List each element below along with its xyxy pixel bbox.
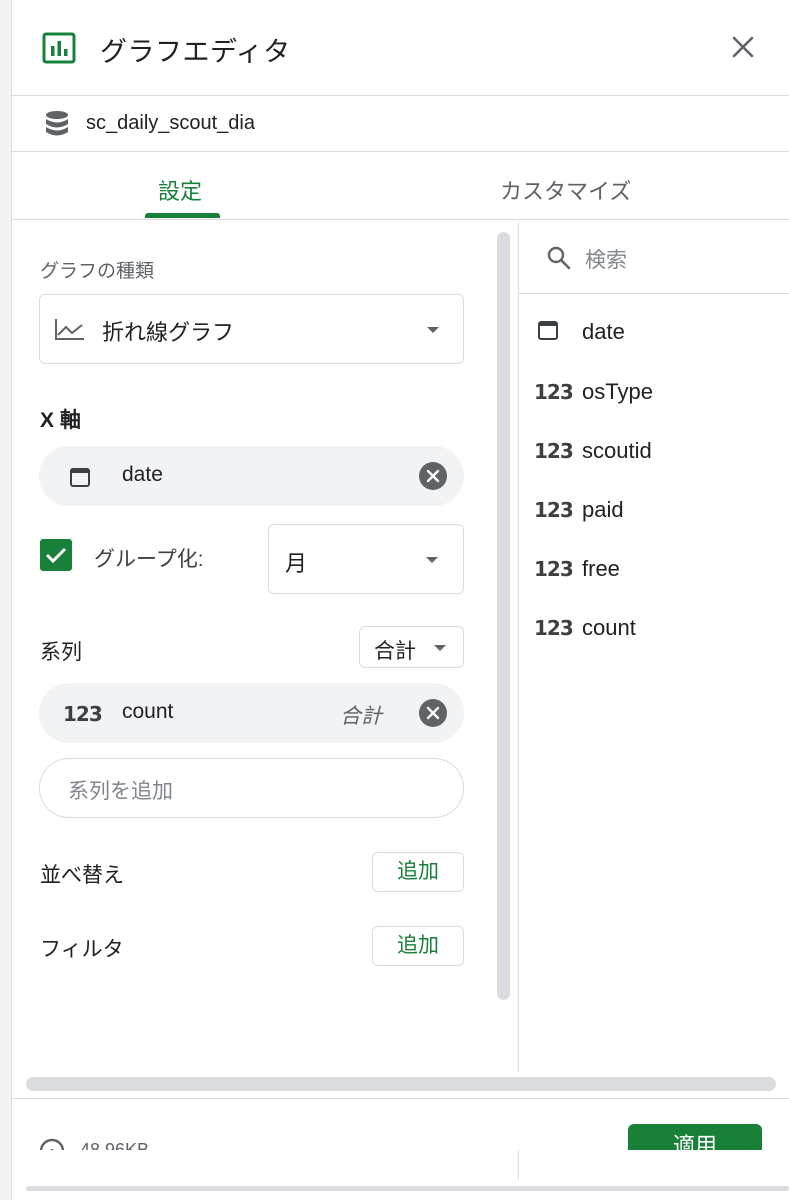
search-input[interactable]: 検索 — [585, 244, 627, 274]
divider — [12, 151, 789, 152]
field-label: osType — [582, 379, 653, 404]
add-series-placeholder: 系列を追加 — [68, 780, 173, 803]
sort-label: 並べ替え — [40, 864, 124, 887]
field-label: count — [582, 615, 636, 640]
field-label: paid — [582, 497, 624, 522]
chart-type-label: グラフの種類 — [40, 261, 155, 282]
group-checkbox[interactable] — [40, 539, 72, 571]
series-aggregation-value: 合計 — [374, 640, 416, 663]
calendar-icon — [534, 319, 574, 346]
bottom-bar — [26, 1186, 789, 1191]
panel-divider — [518, 222, 519, 1072]
field-label: free — [582, 556, 620, 581]
group-value: 月 — [285, 551, 308, 576]
number-icon: 123 — [534, 498, 574, 522]
search-icon — [546, 245, 572, 271]
chart-type-value: 折れ線グラフ — [102, 320, 235, 345]
number-icon: 123 — [63, 702, 103, 726]
chart-editor-icon — [42, 32, 76, 64]
field-label: scoutid — [582, 438, 652, 463]
divider — [518, 1150, 519, 1180]
chevron-down-icon — [426, 557, 438, 563]
series-field: count — [122, 700, 174, 723]
field-item-scoutid[interactable]: 123 scoutid — [534, 431, 652, 471]
close-icon[interactable] — [728, 32, 758, 62]
number-icon: 123 — [534, 380, 574, 404]
add-series-input[interactable]: 系列を追加 — [39, 758, 464, 818]
number-icon: 123 — [534, 439, 574, 463]
sheet-edge — [0, 0, 12, 1200]
clear-icon[interactable] — [419, 699, 447, 727]
field-label: date — [582, 319, 625, 344]
chart-type-dropdown[interactable]: 折れ線グラフ — [39, 294, 464, 364]
divider — [12, 1098, 789, 1099]
series-chip[interactable]: 123 count 合計 — [39, 683, 464, 743]
field-item-free[interactable]: 123 free — [534, 549, 620, 589]
tab-setup[interactable]: 設定 — [158, 174, 202, 206]
series-field-aggregation: 合計 — [340, 705, 382, 728]
database-icon — [44, 110, 70, 138]
series-label: 系列 — [40, 641, 82, 664]
number-icon: 123 — [534, 616, 574, 640]
chevron-down-icon — [427, 327, 439, 333]
field-item-ostype[interactable]: 123 osType — [534, 372, 653, 412]
x-axis-field: date — [122, 463, 163, 486]
divider — [12, 219, 789, 220]
calendar-icon — [69, 466, 91, 488]
data-source-name[interactable]: sc_daily_scout_dia — [86, 112, 255, 135]
tab-customize[interactable]: カスタマイズ — [500, 174, 631, 206]
series-aggregation-dropdown[interactable]: 合計 — [359, 626, 464, 668]
field-item-date[interactable]: date — [534, 312, 625, 352]
field-item-paid[interactable]: 123 paid — [534, 490, 624, 530]
number-icon: 123 — [534, 557, 574, 581]
divider — [519, 293, 789, 294]
active-tab-indicator — [145, 213, 220, 218]
panel-title: グラフエディタ — [100, 37, 291, 67]
line-chart-icon — [54, 317, 86, 341]
field-item-count[interactable]: 123 count — [534, 608, 636, 648]
vertical-scrollbar[interactable] — [497, 232, 510, 1000]
divider — [12, 95, 789, 96]
footer-mask — [12, 1150, 789, 1200]
clear-icon[interactable] — [419, 462, 447, 490]
filter-add-button[interactable]: 追加 — [372, 926, 464, 966]
chevron-down-icon — [434, 645, 446, 651]
group-dropdown[interactable]: 月 — [268, 524, 464, 594]
filter-label: フィルタ — [40, 938, 124, 961]
sort-add-button[interactable]: 追加 — [372, 852, 464, 892]
x-axis-label: X 軸 — [40, 409, 81, 432]
x-axis-chip[interactable]: date — [39, 446, 464, 506]
group-label: グループ化: — [94, 548, 204, 571]
horizontal-scrollbar[interactable] — [26, 1077, 776, 1091]
